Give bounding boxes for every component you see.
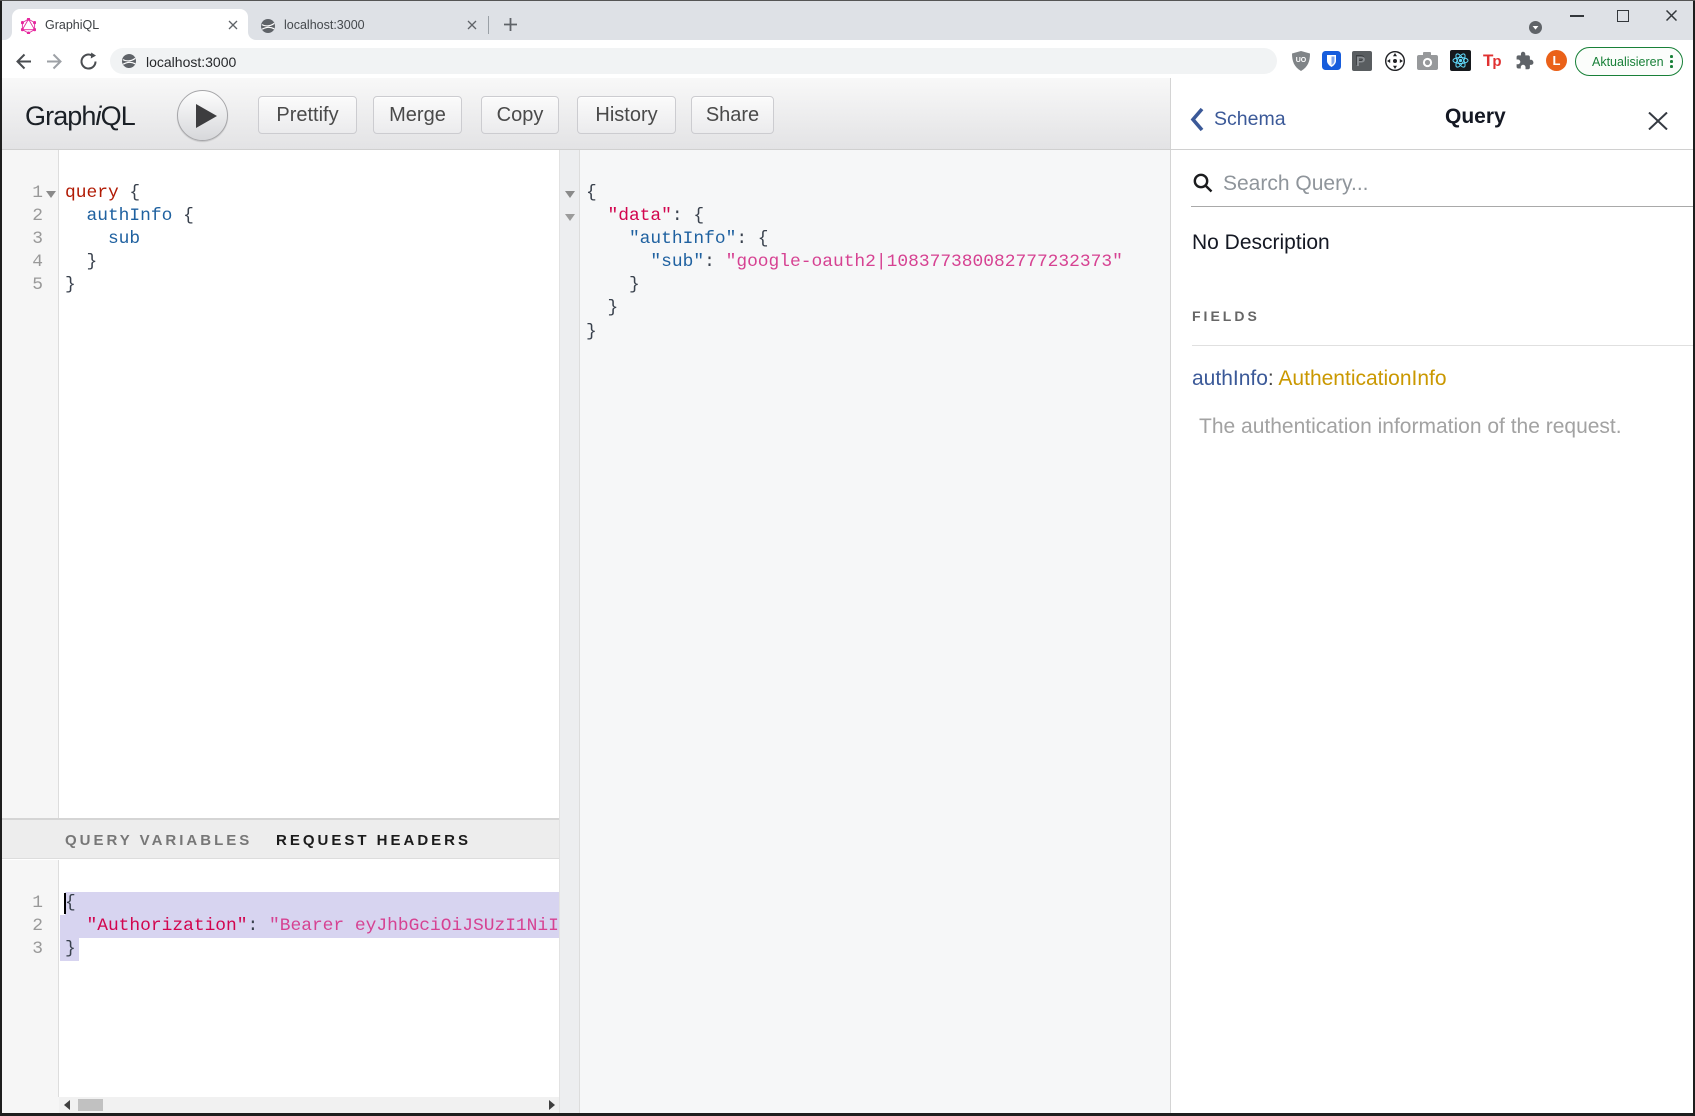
svg-text:UO: UO <box>1296 57 1307 64</box>
